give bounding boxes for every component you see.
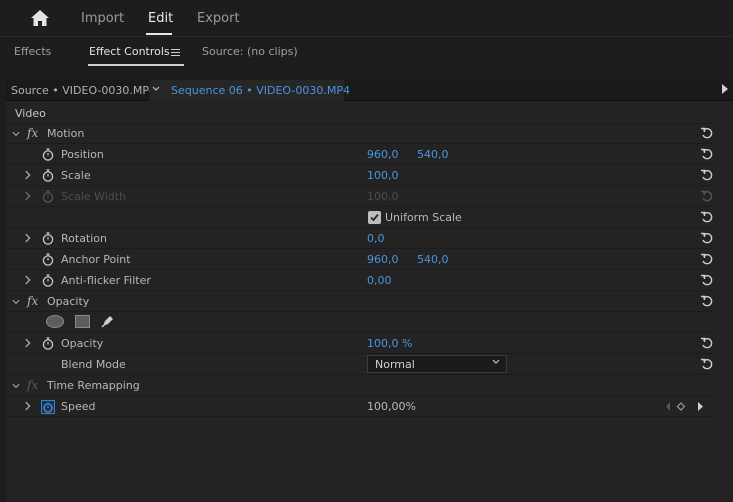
stopwatch-icon[interactable] bbox=[42, 274, 54, 287]
reset-icon bbox=[701, 190, 713, 202]
scale-label: Scale bbox=[61, 169, 91, 182]
stopwatch-icon[interactable] bbox=[42, 337, 54, 350]
time-remapping-label: Time Remapping bbox=[47, 379, 140, 392]
uniform-scale-checkbox[interactable] bbox=[368, 211, 381, 224]
video-section-label: Video bbox=[15, 107, 46, 120]
speed-value[interactable]: 100,00% bbox=[367, 400, 416, 413]
chevron-right-icon[interactable] bbox=[24, 233, 32, 243]
blend-mode-dropdown[interactable]: Normal bbox=[367, 355, 507, 373]
rotation-value[interactable]: 0,0 bbox=[367, 232, 385, 245]
source-sequence-bar: Source • VIDEO-0030.MP4 Sequence 06 • VI… bbox=[6, 80, 733, 101]
stopwatch-icon[interactable] bbox=[42, 148, 54, 161]
scale-row[interactable]: Scale 100,0 bbox=[6, 165, 716, 186]
scale-width-value: 100,0 bbox=[367, 190, 399, 203]
anchor-point-y-value[interactable]: 540,0 bbox=[417, 253, 449, 266]
active-tab-indicator bbox=[146, 33, 172, 35]
opacity-value[interactable]: 100,0 % bbox=[367, 337, 412, 350]
position-label: Position bbox=[61, 148, 104, 161]
anti-flicker-value[interactable]: 0,00 bbox=[367, 274, 392, 287]
reset-icon[interactable] bbox=[700, 273, 714, 287]
motion-label: Motion bbox=[47, 127, 85, 140]
chevron-right-icon[interactable] bbox=[24, 191, 32, 201]
add-keyframe-icon bbox=[676, 402, 686, 411]
panel-tab-effect-controls[interactable]: Effect Controls bbox=[89, 45, 170, 58]
next-keyframe-icon bbox=[698, 402, 703, 411]
opacity-label: Opacity bbox=[61, 337, 104, 350]
reset-icon[interactable] bbox=[700, 210, 714, 224]
stopwatch-icon[interactable] bbox=[42, 232, 54, 245]
workspace-bar: Import Edit Export bbox=[0, 0, 733, 37]
scale-width-row: Scale Width 100,0 bbox=[6, 186, 716, 207]
time-remapping-row[interactable]: fx Time Remapping bbox=[6, 375, 716, 396]
chevron-down-icon[interactable] bbox=[12, 297, 20, 307]
master-clip-label[interactable]: Source • VIDEO-0030.MP4 bbox=[11, 84, 156, 97]
chevron-down-icon[interactable] bbox=[12, 381, 20, 391]
reset-icon[interactable] bbox=[700, 357, 714, 371]
ellipse-mask-icon[interactable] bbox=[46, 315, 64, 328]
reset-icon[interactable] bbox=[700, 231, 714, 245]
mask-tools-row bbox=[6, 311, 716, 332]
motion-row[interactable]: fx Motion bbox=[6, 123, 716, 144]
rectangle-mask-icon[interactable] bbox=[75, 315, 90, 328]
chevron-down-icon[interactable] bbox=[12, 129, 20, 139]
reset-icon[interactable] bbox=[700, 336, 714, 350]
position-x-value[interactable]: 960,0 bbox=[367, 148, 399, 161]
stopwatch-icon[interactable] bbox=[42, 169, 54, 182]
position-row[interactable]: Position 960,0 540,0 bbox=[6, 144, 716, 165]
reset-icon[interactable] bbox=[700, 147, 714, 161]
tab-edit[interactable]: Edit bbox=[148, 11, 173, 26]
expand-timeline-icon[interactable] bbox=[722, 84, 728, 94]
position-y-value[interactable]: 540,0 bbox=[417, 148, 449, 161]
anchor-point-x-value[interactable]: 960,0 bbox=[367, 253, 399, 266]
anti-flicker-label: Anti-flicker Filter bbox=[61, 274, 151, 287]
chevron-right-icon[interactable] bbox=[24, 170, 32, 180]
panel-tab-effects[interactable]: Effects bbox=[14, 45, 51, 58]
stopwatch-icon bbox=[42, 190, 54, 203]
blend-mode-value: Normal bbox=[375, 358, 415, 371]
opacity-section-row[interactable]: fx Opacity bbox=[6, 291, 716, 312]
anchor-point-row[interactable]: Anchor Point 960,0 540,0 bbox=[6, 249, 716, 270]
reset-icon[interactable] bbox=[700, 294, 714, 308]
scale-value[interactable]: 100,0 bbox=[367, 169, 399, 182]
opacity-section-label: Opacity bbox=[47, 295, 90, 308]
fx-badge-icon: fx bbox=[27, 378, 39, 392]
blend-mode-row[interactable]: Blend Mode Normal bbox=[6, 354, 716, 375]
opacity-row[interactable]: Opacity 100,0 % bbox=[6, 333, 716, 354]
chevron-down-icon[interactable] bbox=[152, 86, 160, 92]
uniform-scale-label: Uniform Scale bbox=[385, 211, 462, 224]
reset-icon[interactable] bbox=[700, 252, 714, 266]
rotation-row[interactable]: Rotation 0,0 bbox=[6, 228, 716, 249]
sequence-clip-label[interactable]: Sequence 06 • VIDEO-0030.MP4 bbox=[171, 84, 350, 97]
speed-row[interactable]: Speed 100,00% bbox=[6, 396, 716, 417]
panel-menu-icon[interactable] bbox=[171, 49, 180, 57]
uniform-scale-row[interactable]: Uniform Scale bbox=[6, 207, 716, 228]
chevron-right-icon[interactable] bbox=[24, 275, 32, 285]
reset-icon[interactable] bbox=[700, 168, 714, 182]
tab-import[interactable]: Import bbox=[81, 11, 124, 26]
chevron-right-icon[interactable] bbox=[24, 338, 32, 348]
panel-tab-source[interactable]: Source: (no clips) bbox=[202, 45, 298, 58]
anchor-point-label: Anchor Point bbox=[61, 253, 131, 266]
home-icon[interactable] bbox=[30, 9, 50, 27]
pen-mask-icon[interactable] bbox=[100, 313, 116, 329]
fx-badge-icon[interactable]: fx bbox=[27, 294, 38, 308]
speed-label: Speed bbox=[61, 400, 96, 413]
active-panel-indicator bbox=[88, 64, 184, 66]
anti-flicker-row[interactable]: Anti-flicker Filter 0,00 bbox=[6, 270, 716, 291]
tab-export[interactable]: Export bbox=[197, 11, 240, 26]
stopwatch-icon[interactable] bbox=[42, 253, 54, 266]
chevron-right-icon[interactable] bbox=[24, 401, 32, 411]
blend-mode-label: Blend Mode bbox=[61, 358, 126, 371]
reset-icon[interactable] bbox=[700, 126, 714, 140]
chevron-down-icon bbox=[492, 359, 500, 364]
video-header-row: Video bbox=[6, 103, 716, 124]
keyframe-navigator[interactable] bbox=[665, 400, 705, 413]
rotation-label: Rotation bbox=[61, 232, 108, 245]
fx-badge-icon[interactable]: fx bbox=[27, 126, 38, 140]
previous-keyframe-icon bbox=[666, 402, 670, 411]
stopwatch-active-icon[interactable] bbox=[41, 400, 55, 414]
scale-width-label: Scale Width bbox=[61, 190, 127, 203]
